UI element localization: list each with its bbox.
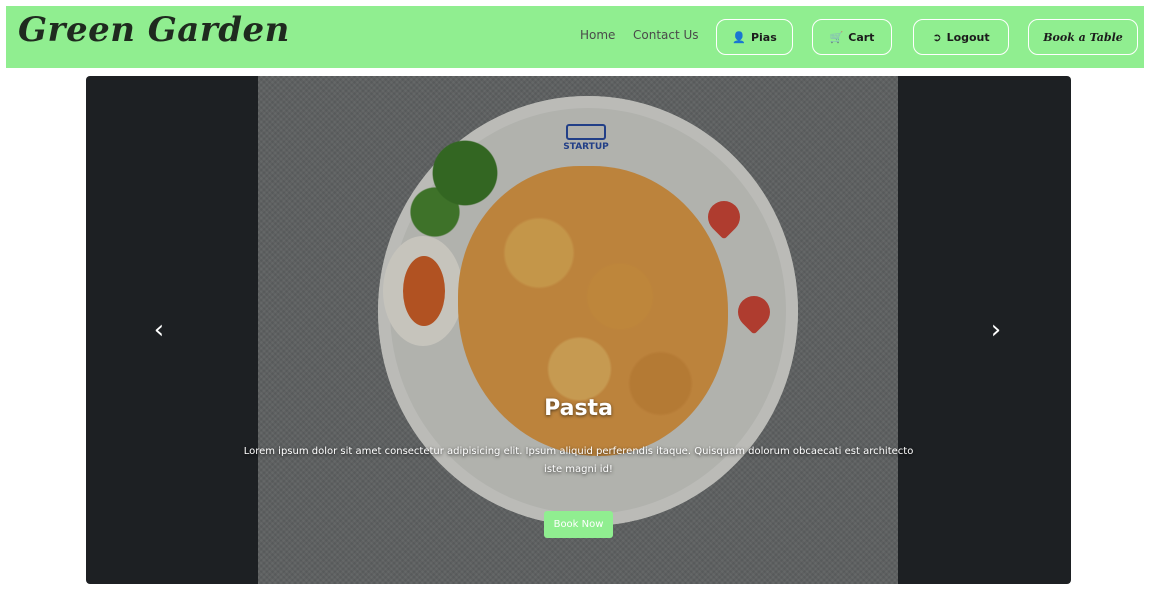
chevron-right-icon: › — [990, 315, 1002, 345]
profile-button-label: Pias — [750, 30, 777, 44]
cart-button-label: Cart — [848, 30, 875, 44]
carousel-next-button[interactable]: › — [981, 312, 1011, 348]
slide-title: Pasta — [544, 396, 613, 421]
nav-link-home[interactable]: Home — [580, 28, 615, 42]
user-icon: 👤 — [732, 30, 746, 44]
cart-button[interactable]: 🛒 Cart — [812, 19, 892, 55]
logout-button-label: Logout — [946, 30, 990, 44]
profile-button[interactable]: 👤 Pias — [716, 19, 793, 55]
slide-caption: Pasta Lorem ipsum dolor sit amet consect… — [86, 396, 1071, 538]
chevron-left-icon: ‹ — [153, 315, 165, 345]
logout-button[interactable]: ➲ Logout — [913, 19, 1009, 55]
logout-icon: ➲ — [932, 30, 942, 44]
book-now-button[interactable]: Book Now — [543, 511, 614, 538]
nav-link-contact[interactable]: Contact Us — [633, 28, 699, 42]
book-table-button[interactable]: Book a Table — [1028, 19, 1138, 55]
book-table-button-label: Book a Table — [1043, 30, 1123, 44]
slide-description: Lorem ipsum dolor sit amet consectetur a… — [243, 446, 914, 475]
carousel-prev-button[interactable]: ‹ — [144, 312, 174, 348]
navbar: Green Garden Home Contact Us 👤 Pias 🛒 Ca… — [6, 6, 1144, 68]
cart-icon: 🛒 — [829, 30, 844, 44]
brand-logo[interactable]: Green Garden — [18, 10, 290, 50]
carousel: STARTUP ‹ › Pasta Lorem ipsum dolor sit … — [86, 76, 1071, 584]
